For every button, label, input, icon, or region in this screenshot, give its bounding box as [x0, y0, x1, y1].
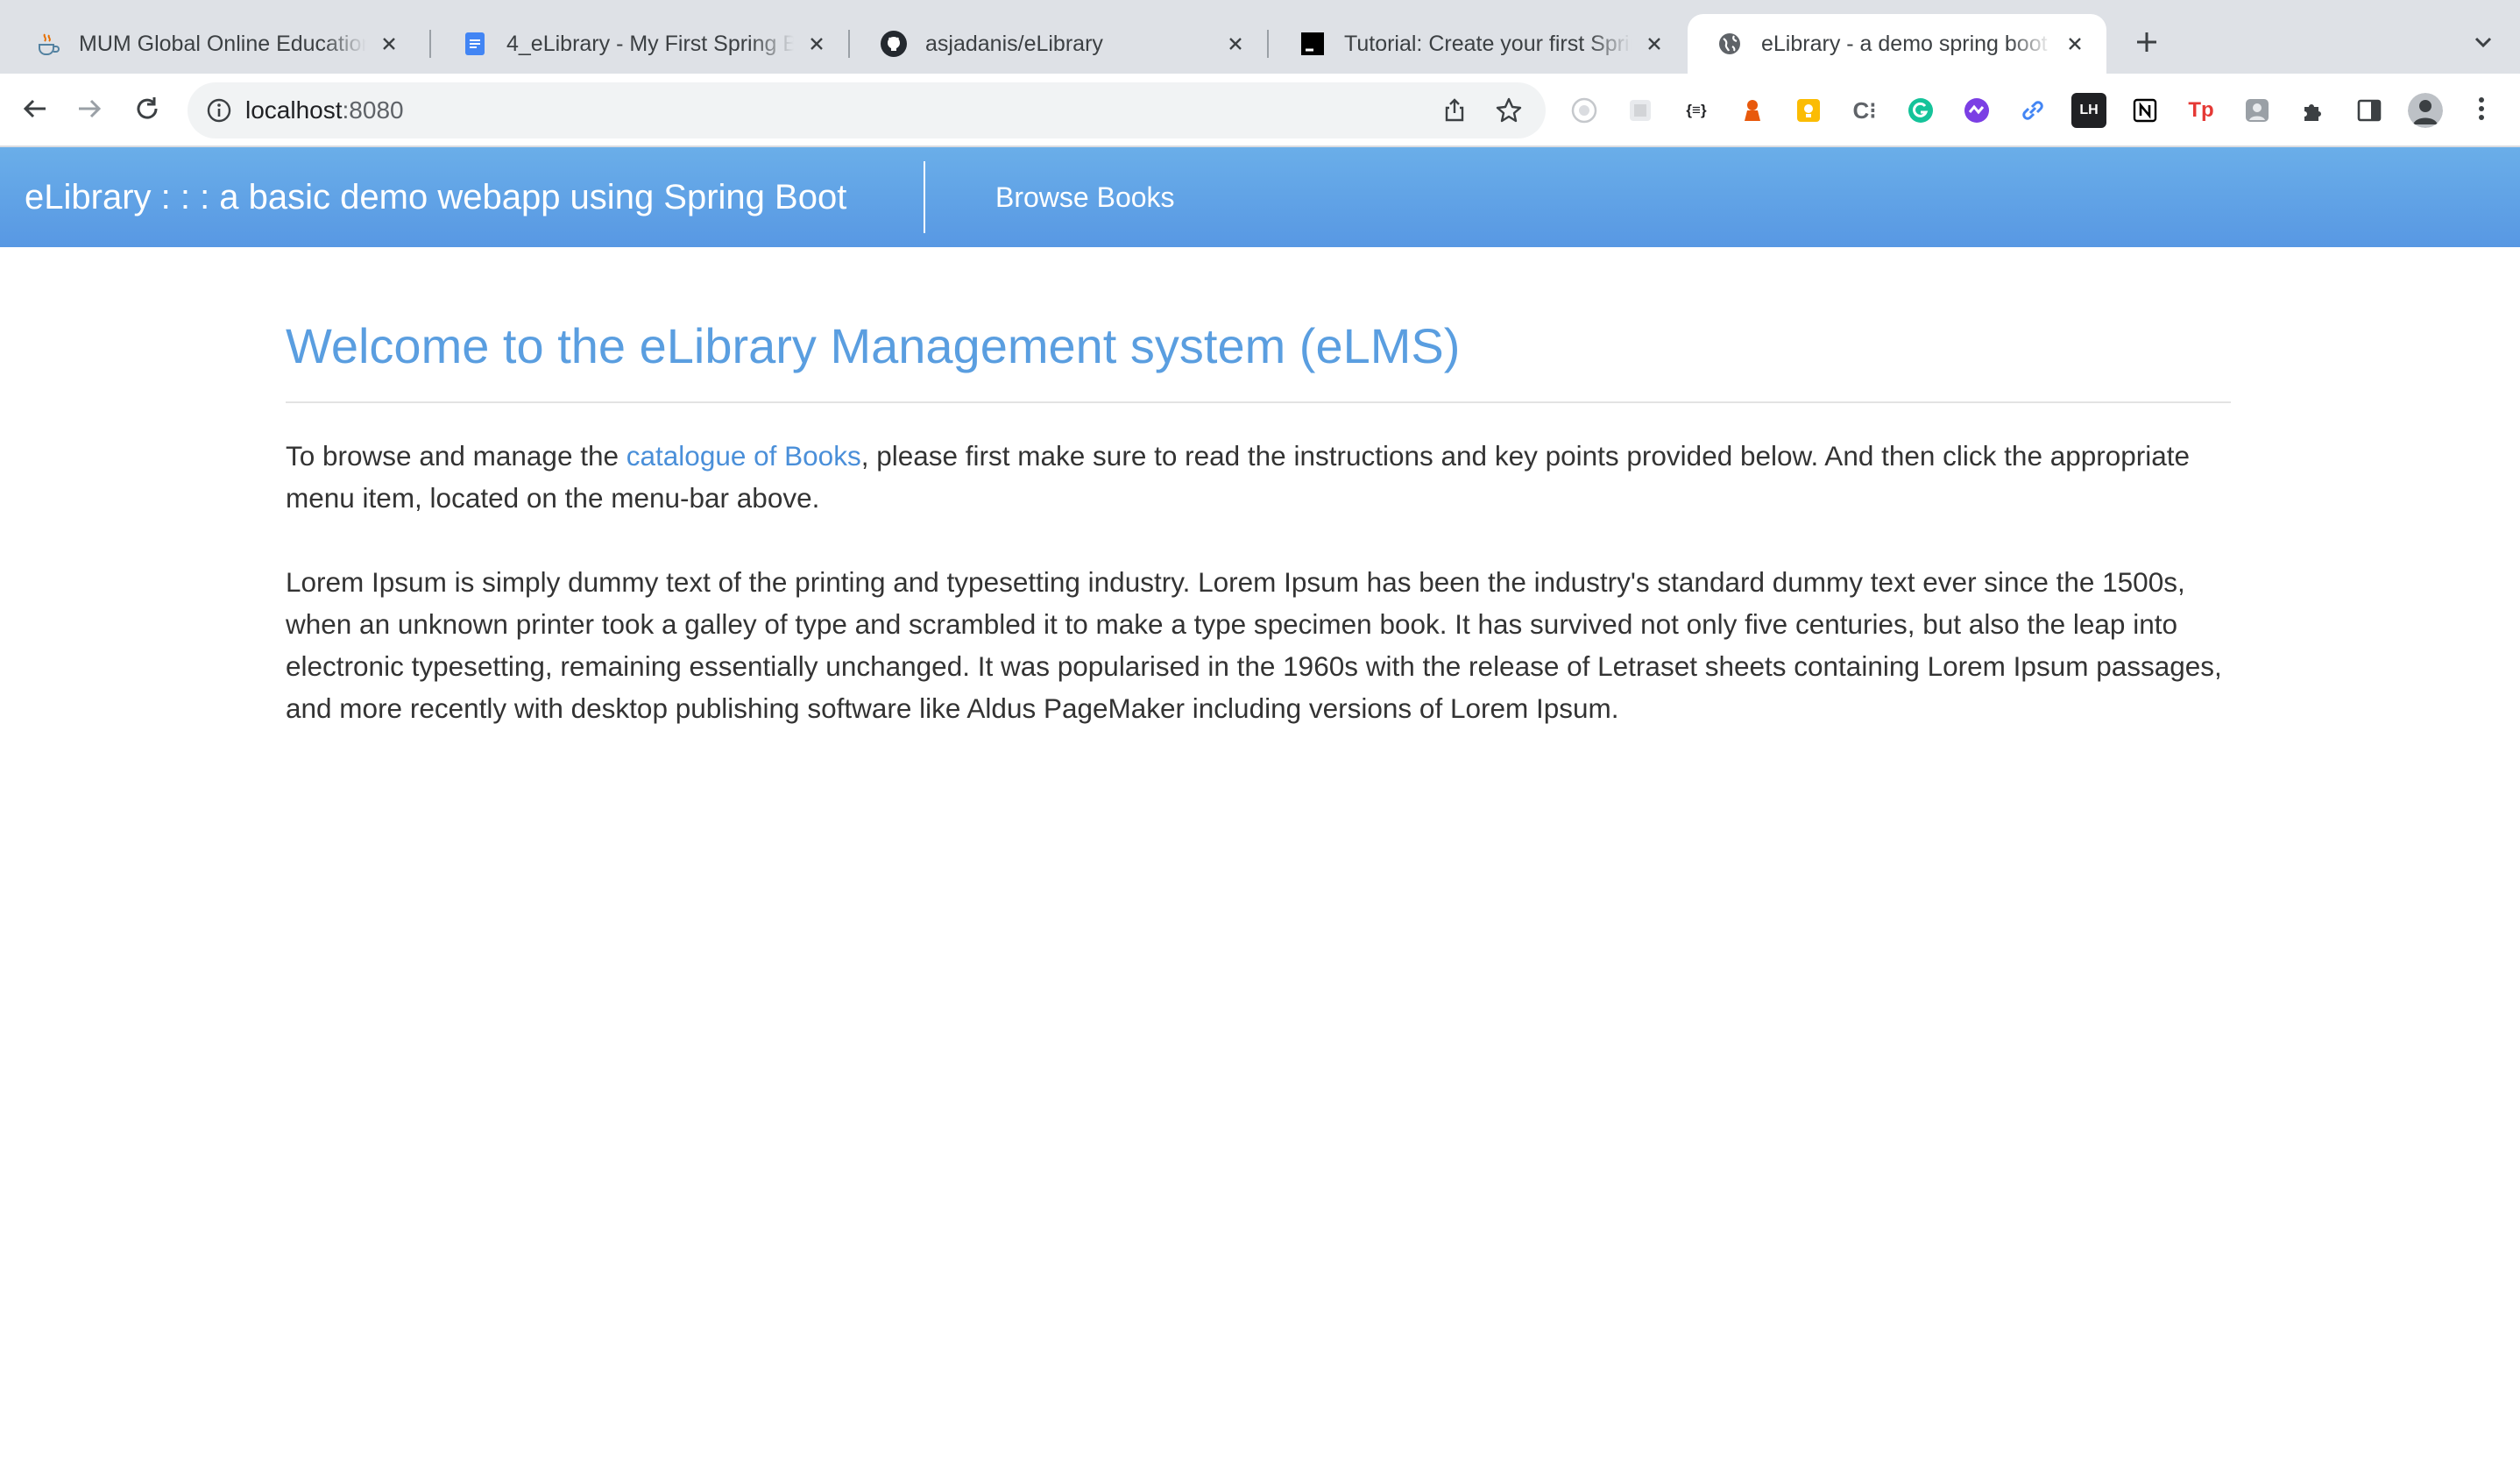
- close-icon[interactable]: [803, 30, 831, 58]
- google-docs-icon: [461, 30, 489, 58]
- url-port: :8080: [342, 96, 404, 124]
- extension-1-icon[interactable]: [1567, 93, 1602, 128]
- catalogue-link[interactable]: catalogue of Books: [626, 440, 861, 472]
- site-navbar: eLibrary : : : a basic demo webapp using…: [0, 147, 2520, 247]
- page-title: Welcome to the eLibrary Management syste…: [286, 318, 1461, 373]
- tab-separator: [1267, 30, 1269, 58]
- close-icon[interactable]: [1221, 30, 1249, 58]
- tab-title: 4_eLibrary - My First Spring Boot: [506, 31, 794, 56]
- browser-toolbar: localhost:8080 {≡} C⁝ LH Tp: [0, 74, 2520, 147]
- intro-text-start: To browse and manage the: [286, 440, 626, 472]
- info-icon[interactable]: [203, 95, 235, 126]
- tab-title: MUM Global Online Education: [79, 31, 366, 56]
- lorem-paragraph: Lorem Ipsum is simply dummy text of the …: [286, 566, 2222, 724]
- reload-button[interactable]: [128, 91, 166, 130]
- reload-icon: [133, 95, 161, 127]
- heading-divider: [286, 401, 2231, 403]
- close-icon[interactable]: [375, 30, 403, 58]
- tab-elibrary-active[interactable]: eLibrary - a demo spring boot web: [1688, 14, 2106, 74]
- back-button[interactable]: [16, 91, 54, 130]
- side-panel-icon[interactable]: [2352, 93, 2387, 128]
- bookmark-star-icon[interactable]: [1493, 95, 1525, 126]
- new-tab-button[interactable]: [2126, 23, 2168, 65]
- tab-title: asjadanis/eLibrary: [925, 31, 1103, 56]
- plus-icon: [2134, 30, 2159, 59]
- tab-title: Tutorial: Create your first Spring: [1344, 31, 1632, 56]
- extension-13-icon[interactable]: [2240, 93, 2275, 128]
- forward-button[interactable]: [70, 91, 109, 130]
- browser-menu-button[interactable]: [2464, 93, 2499, 128]
- link-extension-icon[interactable]: [2015, 93, 2050, 128]
- close-icon[interactable]: [1640, 30, 1668, 58]
- tab-search-button[interactable]: [2462, 23, 2504, 65]
- url-host: localhost: [245, 96, 343, 124]
- extension-6-icon[interactable]: C⁝: [1847, 93, 1882, 128]
- site-brand[interactable]: eLibrary : : : a basic demo webapp using…: [25, 147, 846, 247]
- lighthouse-extension-icon[interactable]: LH: [2071, 93, 2106, 128]
- intro-paragraph: To browse and manage the catalogue of Bo…: [286, 435, 2231, 519]
- extension-12-icon[interactable]: Tp: [2184, 93, 2219, 128]
- java-cup-icon: [33, 30, 61, 58]
- notion-extension-icon[interactable]: [2127, 93, 2163, 128]
- github-icon: [880, 30, 908, 58]
- tab-separator: [429, 30, 431, 58]
- keep-extension-icon[interactable]: [1791, 93, 1826, 128]
- share-icon[interactable]: [1439, 95, 1470, 126]
- nav-divider: [924, 161, 925, 233]
- close-icon[interactable]: [2061, 30, 2089, 58]
- tab-elibrary-doc[interactable]: 4_eLibrary - My First Spring Boot: [433, 14, 848, 74]
- extension-4-icon[interactable]: [1735, 93, 1770, 128]
- globe-icon: [1716, 30, 1744, 58]
- tab-mum-global[interactable]: MUM Global Online Education: [5, 14, 421, 74]
- main-content: Welcome to the eLibrary Management syste…: [286, 307, 2231, 729]
- terminal-icon: [1299, 30, 1327, 58]
- tab-tutorial[interactable]: Tutorial: Create your first Spring: [1271, 14, 1686, 74]
- tab-title: eLibrary - a demo spring boot web: [1761, 31, 2052, 56]
- extension-8-icon[interactable]: [1959, 93, 1994, 128]
- url-text[interactable]: localhost:8080: [245, 82, 404, 138]
- address-bar[interactable]: localhost:8080: [188, 82, 1546, 138]
- profile-avatar[interactable]: [2408, 93, 2443, 128]
- extension-2-icon[interactable]: [1623, 93, 1658, 128]
- arrow-right-icon: [75, 95, 103, 127]
- arrow-left-icon: [21, 95, 49, 127]
- extensions-puzzle-icon[interactable]: [2296, 93, 2331, 128]
- grammarly-extension-icon[interactable]: [1903, 93, 1938, 128]
- tab-github-repo[interactable]: asjadanis/eLibrary: [852, 14, 1267, 74]
- more-vert-icon: [2476, 95, 2487, 127]
- chevron-down-icon: [2473, 32, 2494, 57]
- nav-link-browse-books[interactable]: Browse Books: [995, 147, 1175, 247]
- json-viewer-extension-icon[interactable]: {≡}: [1679, 93, 1714, 128]
- browser-tab-strip: MUM Global Online Education 4_eLibrary -…: [0, 0, 2520, 74]
- tab-separator: [848, 30, 850, 58]
